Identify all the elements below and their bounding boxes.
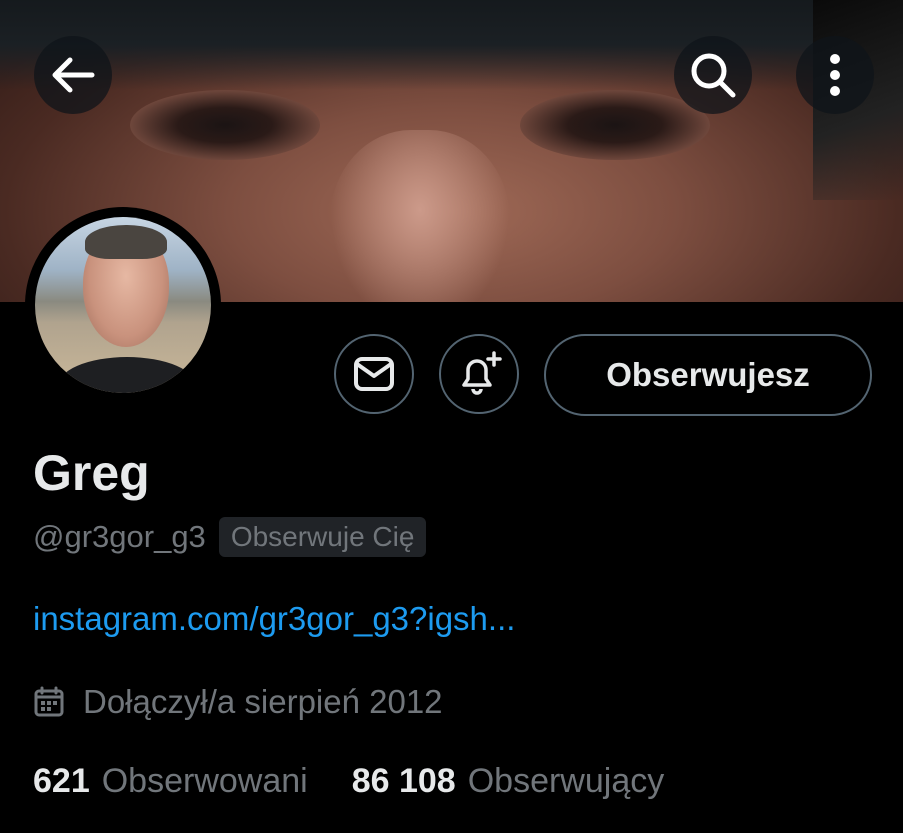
followers-label: Obserwujący xyxy=(467,762,665,800)
search-icon xyxy=(691,53,736,98)
follows-you-badge: Obserwuje Cię xyxy=(218,517,427,557)
message-button[interactable] xyxy=(334,334,414,414)
joined-date: Dołączył/a sierpień 2012 xyxy=(83,683,443,720)
profile-stats: 621 Obserwowani 86 108 Obserwujący xyxy=(33,762,664,801)
search-button[interactable] xyxy=(674,36,752,114)
followers-count: 86 108 xyxy=(351,762,456,800)
following-label: Obserwowani xyxy=(101,762,308,800)
back-button[interactable] xyxy=(34,36,112,114)
arrow-left-icon xyxy=(52,57,95,93)
handle-row: @gr3gor_g3 Obserwuje Cię xyxy=(33,517,427,557)
profile-name: Greg xyxy=(33,445,150,501)
avatar[interactable] xyxy=(25,207,221,403)
joined-row: Dołączył/a sierpień 2012 xyxy=(33,683,443,721)
calendar-icon xyxy=(34,686,64,717)
following-button[interactable]: Obserwujesz xyxy=(544,334,872,416)
mail-icon xyxy=(354,357,394,391)
following-stat[interactable]: 621 Obserwowani xyxy=(33,762,308,801)
followers-stat[interactable]: 86 108 Obserwujący xyxy=(352,762,665,801)
following-count: 621 xyxy=(33,762,90,800)
banner-right-eye xyxy=(520,90,710,160)
avatar-photo xyxy=(35,217,211,393)
notifications-button[interactable] xyxy=(439,334,519,414)
profile-handle: @gr3gor_g3 xyxy=(33,519,206,554)
bell-plus-icon xyxy=(462,351,502,395)
banner-nose xyxy=(330,130,510,302)
banner-hood xyxy=(0,0,903,90)
more-button[interactable] xyxy=(796,36,874,114)
more-vertical-icon xyxy=(830,54,840,96)
profile-link[interactable]: instagram.com/gr3gor_g3?igsh... xyxy=(33,600,515,638)
banner-left-eye xyxy=(130,90,320,160)
